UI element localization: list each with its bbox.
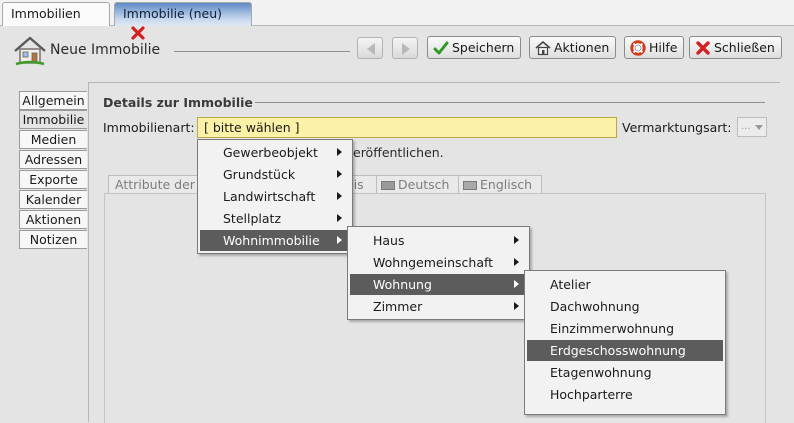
tab-deutsch[interactable]: Deutsch: [376, 175, 458, 194]
previous-button[interactable]: [357, 37, 383, 59]
save-button[interactable]: Speichern: [427, 36, 522, 59]
sidebar-item-adressen[interactable]: Adressen: [19, 150, 87, 169]
menu-item-wohngemeinschaft[interactable]: Wohngemeinschaft: [350, 252, 527, 273]
actions-button[interactable]: Aktionen: [529, 36, 617, 59]
tab-immobilie-neu-label: Immobilie (neu): [123, 6, 222, 21]
marketing-type-label: Vermarktungsart:: [622, 120, 732, 135]
submenu-arrow-icon: [337, 192, 342, 200]
marketing-type-value: ...: [741, 121, 751, 132]
menu-item-haus[interactable]: Haus: [350, 230, 527, 251]
menu-item-label: Wohnung: [373, 277, 432, 292]
section-separator: [255, 102, 765, 103]
menu-item-label: Stellplatz: [223, 211, 282, 226]
menu-item-label: Grundstück: [223, 167, 296, 182]
tab-attribute[interactable]: Attribute der: [108, 175, 203, 194]
menu-item-wohnimmobilie[interactable]: Wohnimmobilie: [200, 230, 350, 251]
title-separator: [174, 51, 350, 52]
chevron-down-icon: [755, 125, 763, 130]
tab-englisch-label: Englisch: [480, 177, 533, 192]
help-button[interactable]: Hilfe: [624, 36, 685, 59]
property-type-combobox[interactable]: [ bitte wählen ]: [197, 117, 617, 138]
sidebar-item-notizen[interactable]: Notizen: [19, 230, 87, 249]
menu-item-gewerbeobjekt[interactable]: Gewerbeobjekt: [200, 142, 350, 163]
menu-item-zimmer[interactable]: Zimmer: [350, 296, 527, 317]
submenu-arrow-icon: [514, 302, 519, 310]
menu-item-label: Landwirtschaft: [223, 189, 316, 204]
checkmark-icon: [433, 40, 449, 56]
close-button-label: Schließen: [714, 40, 775, 55]
tab-immobilien-label: Immobilien: [11, 6, 81, 21]
tab-englisch[interactable]: Englisch: [458, 175, 542, 194]
submenu-arrow-icon: [337, 214, 342, 222]
red-x-icon: [695, 40, 711, 56]
menu-item-wohnung[interactable]: Wohnung: [350, 274, 527, 295]
marketing-type-combobox[interactable]: ...: [737, 117, 767, 137]
menu-item-stellplatz[interactable]: Stellplatz: [200, 208, 350, 229]
apartment-submenu: Atelier Dachwohnung Einzimmerwohnung Erd…: [524, 270, 726, 415]
submenu-arrow-icon: [337, 236, 342, 244]
publish-text: eröffentlichen.: [353, 145, 444, 160]
property-category-menu: Gewerbeobjekt Grundstück Landwirtschaft …: [197, 139, 353, 254]
house-small-icon: [535, 40, 551, 56]
tab-attribute-label: Attribute der: [115, 177, 195, 192]
menu-item-label: Zimmer: [373, 299, 423, 314]
page-title: Neue Immobilie: [50, 42, 161, 58]
property-type-label: Immobilienart:: [103, 120, 195, 135]
menu-item-einzimmerwohnung[interactable]: Einzimmerwohnung: [527, 318, 723, 339]
submenu-arrow-icon: [514, 236, 519, 244]
flag-icon: [463, 181, 477, 190]
arrow-right-icon: [402, 43, 410, 55]
help-button-label: Hilfe: [649, 40, 678, 55]
menu-item-dachwohnung[interactable]: Dachwohnung: [527, 296, 723, 317]
menu-item-label: Wohnimmobilie: [223, 233, 320, 248]
tab-immobilien[interactable]: Immobilien: [2, 2, 110, 26]
menu-item-label: Haus: [373, 233, 405, 248]
submenu-arrow-icon: [514, 280, 519, 288]
menu-item-landwirtschaft[interactable]: Landwirtschaft: [200, 186, 350, 207]
flag-icon: [381, 181, 395, 190]
tab-deutsch-label: Deutsch: [398, 177, 450, 192]
menu-item-grundstueck[interactable]: Grundstück: [200, 164, 350, 185]
menu-item-atelier[interactable]: Atelier: [527, 274, 723, 295]
next-button[interactable]: [392, 37, 418, 59]
sidebar-item-aktionen[interactable]: Aktionen: [19, 210, 87, 229]
submenu-arrow-icon: [337, 148, 342, 156]
menu-item-etagenwohnung[interactable]: Etagenwohnung: [527, 362, 723, 383]
tab-immobilie-neu[interactable]: Immobilie (neu): [114, 2, 252, 40]
save-button-label: Speichern: [452, 40, 515, 55]
menu-item-erdgeschosswohnung[interactable]: Erdgeschosswohnung: [527, 340, 723, 361]
close-button[interactable]: Schließen: [689, 36, 782, 59]
menu-item-hochparterre[interactable]: Hochparterre: [527, 384, 723, 405]
arrow-left-icon: [367, 43, 375, 55]
sidebar-item-medien[interactable]: Medien: [19, 130, 87, 149]
sidebar-item-immobilie[interactable]: Immobilie: [19, 110, 87, 129]
actions-button-label: Aktionen: [554, 40, 610, 55]
sidebar-item-allgemein[interactable]: Allgemein: [19, 91, 87, 110]
residential-submenu: Haus Wohngemeinschaft Wohnung Zimmer: [347, 226, 530, 320]
menu-item-label: Wohngemeinschaft: [373, 255, 494, 270]
house-icon: [13, 36, 47, 66]
sidebar-item-exporte[interactable]: Exporte: [19, 170, 87, 189]
menu-item-label: Gewerbeobjekt: [223, 145, 318, 160]
lifebuoy-icon: [630, 40, 646, 56]
sidebar-item-kalender[interactable]: Kalender: [19, 190, 87, 209]
submenu-arrow-icon: [337, 170, 342, 178]
submenu-arrow-icon: [514, 258, 519, 266]
section-title: Details zur Immobilie: [103, 95, 253, 110]
